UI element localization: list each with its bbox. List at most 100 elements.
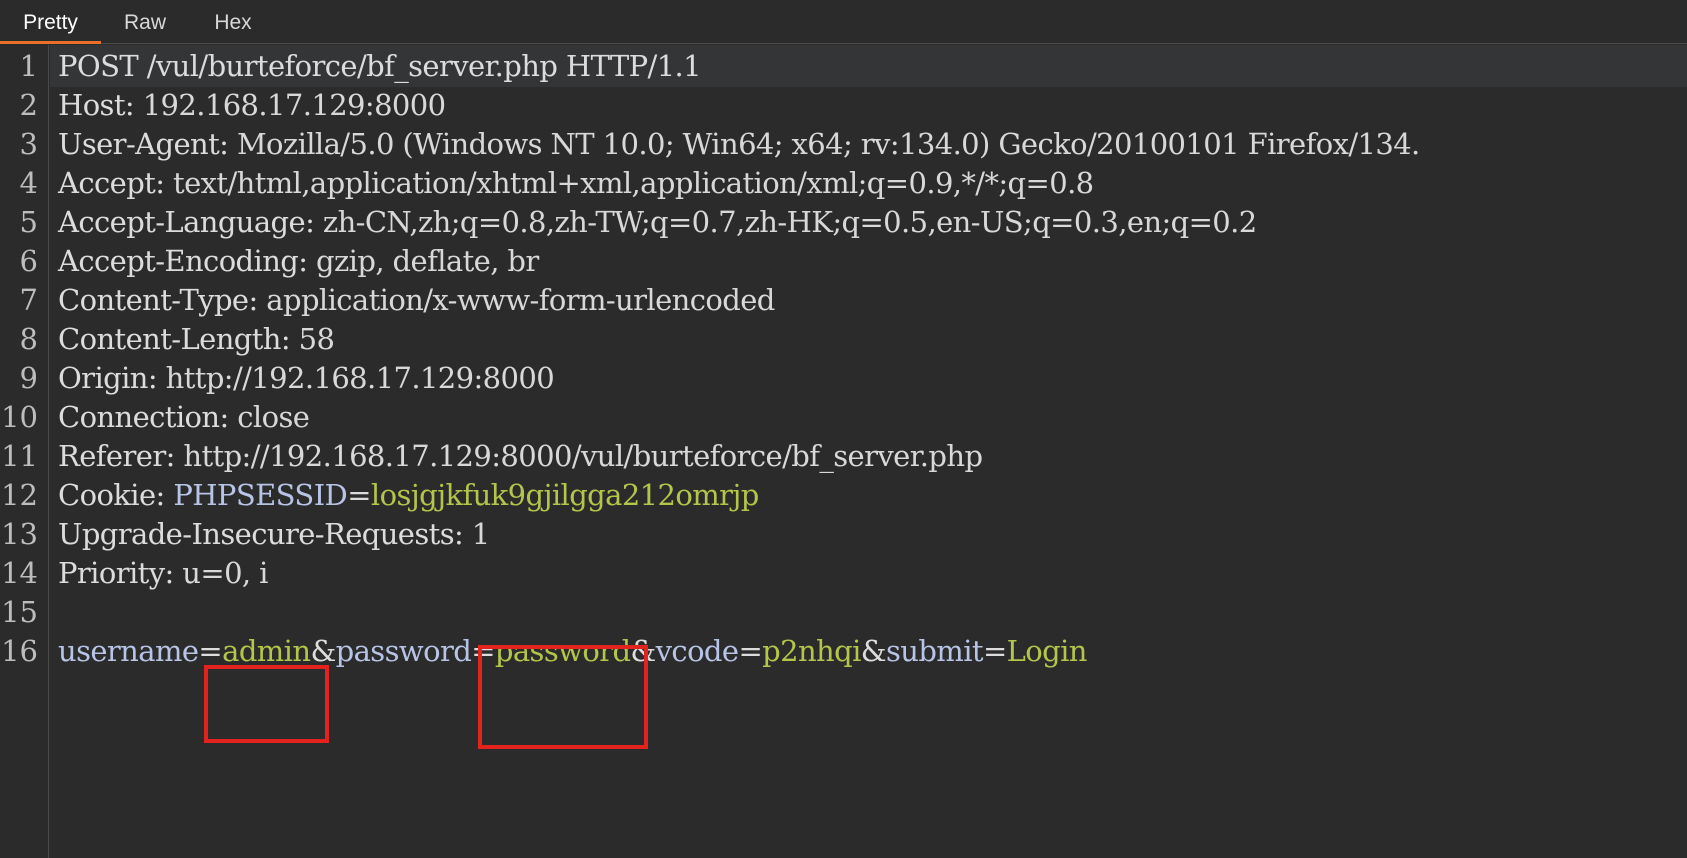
header-line: 14 Priority: u=0, i <box>0 552 1687 594</box>
header-separator: : <box>219 400 238 434</box>
header-separator: : <box>280 322 299 356</box>
header-name: Accept-Encoding <box>58 244 299 278</box>
param-vcode-name: vcode <box>655 634 739 668</box>
line-number: 5 <box>19 205 38 239</box>
line-text[interactable]: Origin: http://192.168.17.129:8000 <box>50 357 1687 399</box>
header-separator: : <box>155 166 174 200</box>
param-submit-value: Login <box>1006 634 1088 668</box>
header-name: Upgrade-Insecure-Requests <box>58 517 455 551</box>
line-number: 4 <box>19 166 38 200</box>
line-text[interactable]: Cookie: PHPSESSID=losjgjkfuk9gjilgga212o… <box>50 474 1687 516</box>
line-number: 1 <box>19 49 38 83</box>
param-vcode-value: p2nhqi <box>762 634 861 668</box>
line-text[interactable]: Content-Type: application/x-www-form-url… <box>50 279 1687 321</box>
line-number: 3 <box>19 127 38 161</box>
header-name: Cookie <box>58 478 156 512</box>
line-number: 13 <box>1 517 38 551</box>
header-value: u=0, i <box>182 556 268 590</box>
header-line: 8 Content-Length: 58 <box>0 318 1687 360</box>
line-text[interactable]: Referer: http://192.168.17.129:8000/vul/… <box>50 435 1687 477</box>
header-line: 9 Origin: http://192.168.17.129:8000 <box>0 357 1687 399</box>
header-value: gzip, deflate, br <box>316 244 539 278</box>
line-number: 6 <box>19 244 38 278</box>
line-text[interactable]: User-Agent: Mozilla/5.0 (Windows NT 10.0… <box>50 123 1687 165</box>
param-equals: = <box>198 634 223 668</box>
header-name: Priority <box>58 556 165 590</box>
param-ampersand: & <box>860 634 887 668</box>
header-value: text/html,application/xhtml+xml,applicat… <box>173 166 1094 200</box>
header-separator: : <box>219 127 237 161</box>
line-text[interactable]: Accept-Encoding: gzip, deflate, br <box>50 240 1687 282</box>
header-name: Referer <box>58 439 166 473</box>
blank-line: 15 <box>0 591 1687 633</box>
header-name: Accept-Language <box>58 205 306 239</box>
header-value: Mozilla/5.0 (Windows NT 10.0; Win64; x64… <box>236 127 1420 161</box>
tab-hex[interactable]: Hex <box>206 0 260 44</box>
header-line: 3 User-Agent: Mozilla/5.0 (Windows NT 10… <box>0 123 1687 165</box>
header-line: 6 Accept-Encoding: gzip, deflate, br <box>0 240 1687 282</box>
line-text[interactable]: Content-Length: 58 <box>50 318 1687 360</box>
line-number: 7 <box>19 283 38 317</box>
param-username-value: admin <box>222 634 311 668</box>
header-separator: : <box>165 439 184 473</box>
header-value: http://192.168.17.129:8000 <box>165 361 555 395</box>
header-line: 13 Upgrade-Insecure-Requests: 1 <box>0 513 1687 555</box>
cookie-equals: = <box>347 478 371 512</box>
header-line-cookie: 12 Cookie: PHPSESSID=losjgjkfuk9gjilgga2… <box>0 474 1687 516</box>
param-password-name: password <box>335 634 472 668</box>
header-value: close <box>237 400 310 434</box>
header-value: 58 <box>298 322 335 356</box>
header-separator: : <box>298 244 317 278</box>
header-value: zh-CN,zh;q=0.8,zh-TW;q=0.7,zh-HK;q=0.5,e… <box>322 205 1257 239</box>
line-number: 15 <box>1 595 38 629</box>
header-name: User-Agent <box>58 127 220 161</box>
param-ampersand: & <box>310 634 336 668</box>
line-number: 2 <box>19 88 38 122</box>
param-username-name: username <box>58 634 199 668</box>
annotation-box-username <box>204 665 329 743</box>
header-name: Connection <box>58 400 220 434</box>
tab-raw[interactable]: Raw <box>115 0 175 44</box>
header-name: Accept <box>58 166 156 200</box>
message-tab-bar: Pretty Raw Hex <box>0 0 1687 44</box>
header-line: 2 Host: 192.168.17.129:8000 <box>0 84 1687 126</box>
param-equals: = <box>982 634 1007 668</box>
header-separator: : <box>248 283 267 317</box>
request-line: 1 POST /vul/burteforce/bf_server.php HTT… <box>0 45 1687 87</box>
header-line: 11 Referer: http://192.168.17.129:8000/v… <box>0 435 1687 477</box>
line-text[interactable]: Connection: close <box>50 396 1687 438</box>
header-value: 192.168.17.129:8000 <box>142 88 446 122</box>
param-equals: = <box>738 634 763 668</box>
line-text[interactable]: Accept-Language: zh-CN,zh;q=0.8,zh-TW;q=… <box>50 201 1687 243</box>
line-number: 9 <box>19 361 38 395</box>
line-text[interactable]: Priority: u=0, i <box>50 552 1687 594</box>
header-value: http://192.168.17.129:8000/vul/burteforc… <box>183 439 983 473</box>
tab-pretty[interactable]: Pretty <box>0 0 101 44</box>
header-separator: : <box>147 361 166 395</box>
line-number: 11 <box>1 439 38 473</box>
header-line: 10 Connection: close <box>0 396 1687 438</box>
cookie-value: losjgjkfuk9gjilgga212omrjp <box>370 478 759 512</box>
cookie-name: PHPSESSID <box>173 478 348 512</box>
header-line: 7 Content-Type: application/x-www-form-u… <box>0 279 1687 321</box>
header-name: Content-Length <box>58 322 281 356</box>
header-name: Origin <box>58 361 148 395</box>
line-text[interactable]: Host: 192.168.17.129:8000 <box>50 84 1687 126</box>
param-submit-name: submit <box>885 634 984 668</box>
line-number: 10 <box>1 400 38 434</box>
line-text[interactable]: Upgrade-Insecure-Requests: 1 <box>50 513 1687 555</box>
header-separator: : <box>454 517 472 551</box>
header-name: Host <box>58 88 125 122</box>
line-text[interactable]: Accept: text/html,application/xhtml+xml,… <box>50 162 1687 204</box>
header-name: Content-Type <box>58 283 249 317</box>
header-value: 1 <box>471 517 490 551</box>
header-separator: : <box>164 556 183 590</box>
line-number: 12 <box>1 478 38 512</box>
line-text[interactable]: POST /vul/burteforce/bf_server.php HTTP/… <box>50 45 1687 87</box>
header-separator: : <box>124 88 143 122</box>
line-number: 14 <box>1 556 38 590</box>
header-separator: : <box>155 478 174 512</box>
header-line: 4 Accept: text/html,application/xhtml+xm… <box>0 162 1687 204</box>
header-line: 5 Accept-Language: zh-CN,zh;q=0.8,zh-TW;… <box>0 201 1687 243</box>
header-value: application/x-www-form-urlencoded <box>266 283 775 317</box>
